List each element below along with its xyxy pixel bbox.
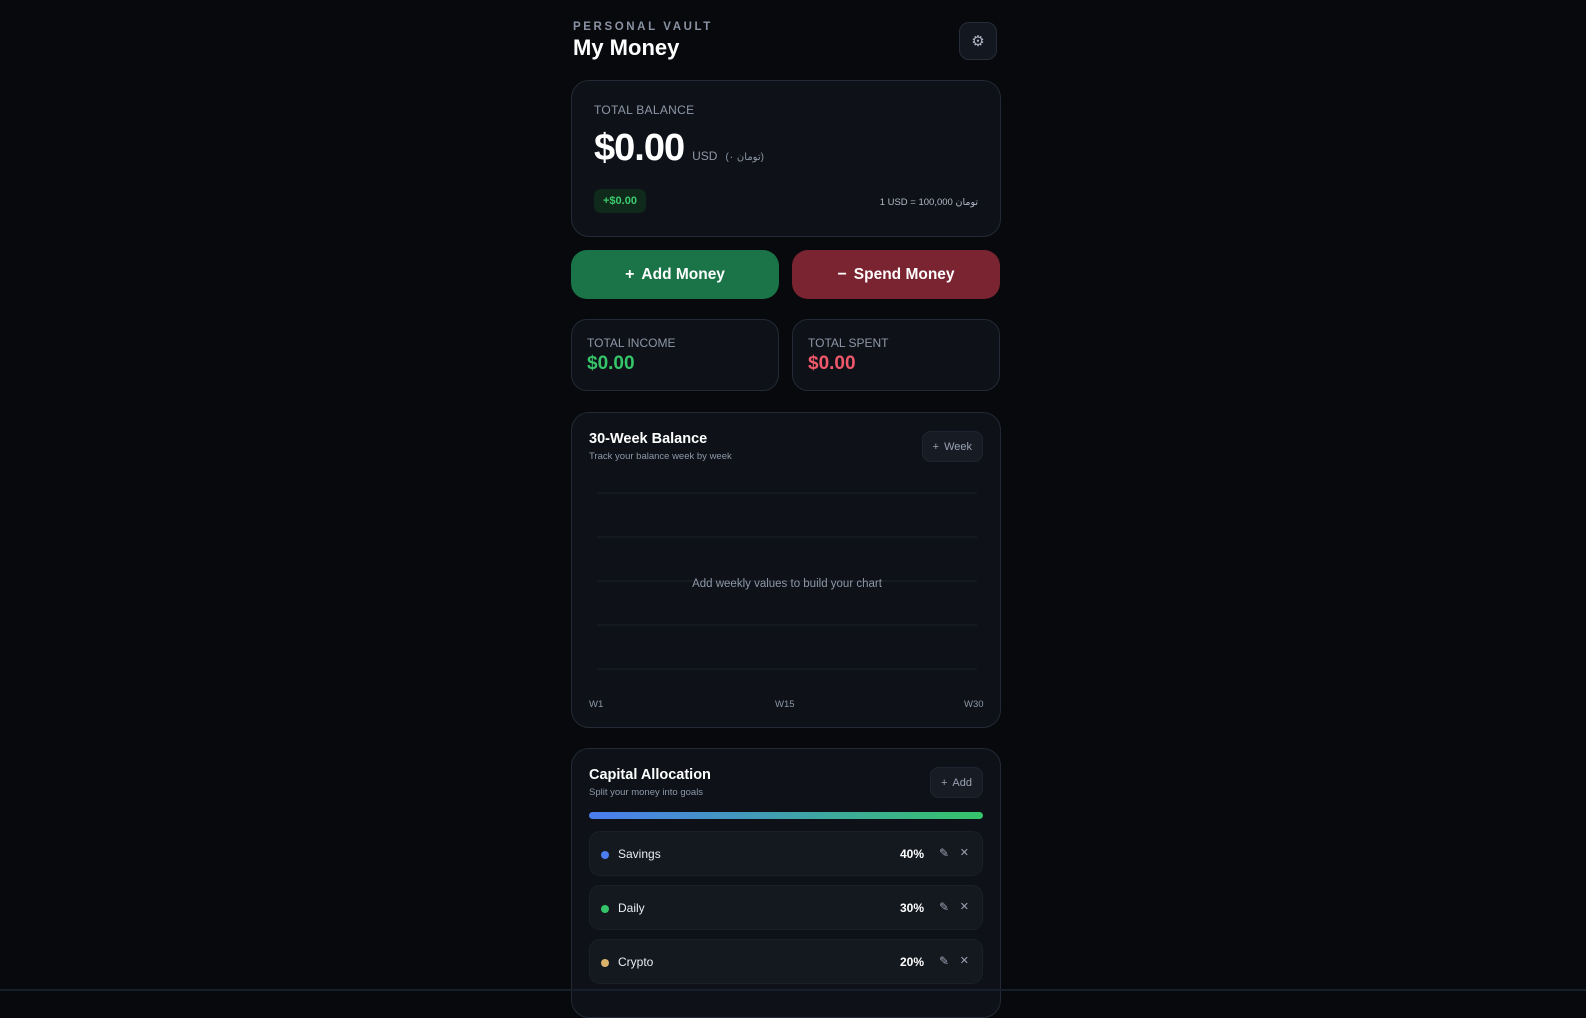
plus-icon: + — [940, 776, 948, 789]
allocation-item-savings: Savings 40% ✎ ✕ — [589, 831, 983, 876]
allocation-card: Capital Allocation Split your money into… — [571, 748, 1001, 1018]
pencil-icon[interactable]: ✎ — [939, 846, 949, 860]
allocation-dot — [601, 851, 609, 859]
allocation-name: Crypto — [618, 955, 654, 969]
pencil-icon[interactable]: ✎ — [939, 954, 949, 968]
allocation-subtitle: Split your money into goals — [589, 787, 704, 798]
allocation-percent: 30% — [899, 901, 924, 915]
allocation-bar — [589, 812, 983, 819]
header: PERSONAL VAULT My Money ⚙ — [573, 20, 999, 64]
allocation-title: Capital Allocation — [589, 767, 711, 783]
app-container: PERSONAL VAULT My Money ⚙ TOTAL BALANCE … — [571, 0, 1001, 1018]
spent-label: TOTAL SPENT — [808, 336, 889, 350]
chart-empty-message: Add weekly values to build your chart — [692, 578, 882, 590]
allocation-item-daily: Daily 30% ✎ ✕ — [589, 885, 983, 930]
vault-eyebrow: PERSONAL VAULT — [573, 21, 713, 33]
balance-label: TOTAL BALANCE — [594, 103, 695, 117]
allocation-name: Daily — [618, 901, 645, 915]
spent-value: $0.00 — [808, 353, 856, 374]
tick-w1: W1 — [589, 699, 604, 710]
minus-icon: − — [837, 265, 847, 283]
balance-row: $0.00 USD (۰ تومان) — [594, 127, 764, 170]
allocation-item-crypto: Crypto 20% ✎ ✕ — [589, 939, 983, 984]
balance-currency: USD — [692, 149, 718, 163]
weekly-chart-card: 30-Week Balance Track your balance week … — [571, 412, 1001, 728]
balance-amount: $0.00 — [594, 127, 685, 169]
income-value: $0.00 — [587, 353, 635, 374]
balance-delta-badge: +$0.00 — [594, 189, 646, 213]
income-card: TOTAL INCOME $0.00 — [571, 319, 779, 391]
income-label: TOTAL INCOME — [587, 336, 676, 350]
spend-money-label: Spend Money — [853, 265, 955, 283]
add-money-button[interactable]: + Add Money — [571, 250, 779, 299]
allocation-dot — [601, 905, 609, 913]
close-icon[interactable]: ✕ — [960, 954, 969, 967]
allocation-name: Savings — [618, 847, 661, 861]
allocation-percent: 20% — [899, 955, 924, 969]
settings-button[interactable]: ⚙ — [959, 22, 997, 60]
allocation-dot — [601, 959, 609, 967]
tick-w30: W30 — [964, 699, 984, 710]
page-title: My Money — [573, 35, 680, 60]
pencil-icon[interactable]: ✎ — [939, 900, 949, 914]
add-allocation-button[interactable]: + Add — [929, 767, 983, 798]
spent-card: TOTAL SPENT $0.00 — [792, 319, 1000, 391]
tick-w15: W15 — [775, 699, 795, 710]
exchange-rate: 1 USD = 100,000 تومان — [879, 197, 978, 208]
add-money-label: Add Money — [641, 265, 725, 283]
add-allocation-label: Add — [952, 776, 972, 789]
plus-icon: + — [625, 265, 635, 283]
balance-card: TOTAL BALANCE $0.00 USD (۰ تومان) +$0.00… — [571, 80, 1001, 237]
close-icon[interactable]: ✕ — [960, 846, 969, 859]
allocation-percent: 40% — [899, 847, 924, 861]
balance-toman: (۰ تومان) — [725, 152, 764, 163]
gear-icon: ⚙ — [971, 33, 985, 50]
spend-money-button[interactable]: − Spend Money — [792, 250, 1000, 299]
chart-gridlines — [597, 492, 977, 670]
close-icon[interactable]: ✕ — [960, 900, 969, 913]
